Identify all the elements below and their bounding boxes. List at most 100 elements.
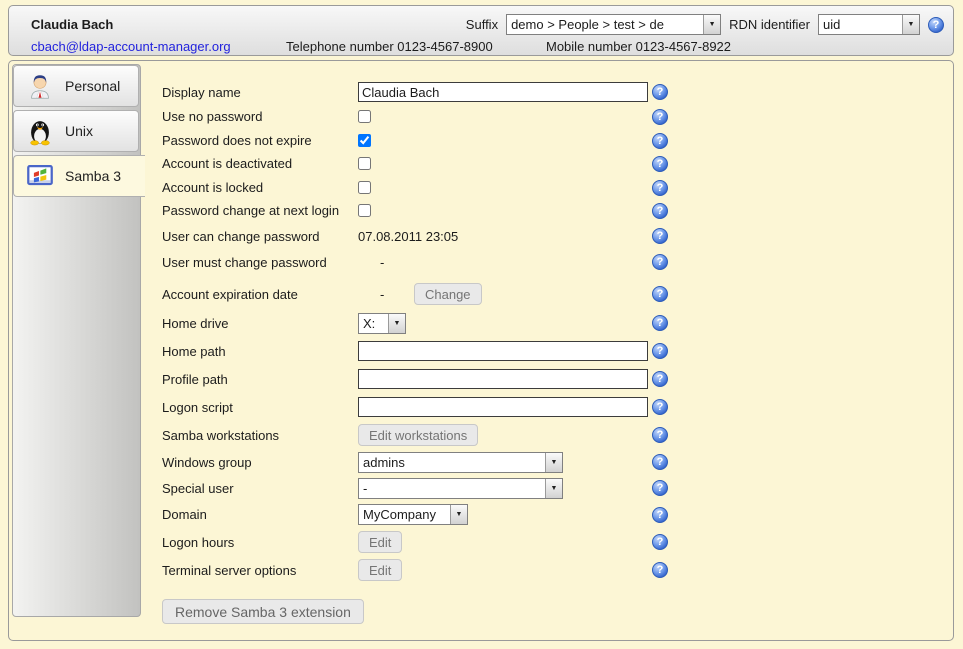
row-logon-hours: Logon hours Edit ? bbox=[162, 530, 674, 554]
help-icon[interactable]: ? bbox=[652, 286, 668, 302]
chevron-down-icon[interactable]: ▼ bbox=[703, 15, 720, 34]
tab-samba3[interactable]: Samba 3 bbox=[13, 155, 145, 197]
chevron-down-icon[interactable]: ▼ bbox=[388, 314, 405, 333]
tab-unix-label: Unix bbox=[65, 123, 93, 139]
home-path-input[interactable] bbox=[358, 341, 648, 361]
help-icon[interactable]: ? bbox=[652, 180, 668, 196]
password-does-not-expire-label: Password does not expire bbox=[162, 133, 358, 148]
row-use-no-password: Use no password ? bbox=[162, 105, 674, 128]
help-icon[interactable]: ? bbox=[652, 84, 668, 100]
row-special-user: Special user - ▼ ? bbox=[162, 477, 674, 499]
account-locked-label: Account is locked bbox=[162, 180, 358, 195]
windows-group-value: admins bbox=[359, 453, 545, 472]
row-password-does-not-expire: Password does not expire ? bbox=[162, 129, 674, 152]
special-user-select[interactable]: - ▼ bbox=[358, 478, 563, 499]
account-header: Claudia Bach Suffix demo > People > test… bbox=[8, 5, 954, 56]
special-user-value: - bbox=[359, 479, 545, 498]
help-icon[interactable]: ? bbox=[652, 254, 668, 270]
profile-path-input[interactable] bbox=[358, 369, 648, 389]
help-icon[interactable]: ? bbox=[652, 371, 668, 387]
logon-script-input[interactable] bbox=[358, 397, 648, 417]
chevron-down-icon[interactable]: ▼ bbox=[545, 479, 562, 498]
account-deactivated-label: Account is deactivated bbox=[162, 156, 358, 171]
help-icon[interactable]: ? bbox=[652, 203, 668, 219]
header-controls: Suffix demo > People > test > de ▼ RDN i… bbox=[466, 14, 944, 35]
mobile-number: Mobile number 0123-4567-8922 bbox=[546, 39, 731, 54]
logon-hours-label: Logon hours bbox=[162, 535, 358, 550]
account-expiration-date-value: - bbox=[358, 287, 408, 302]
domain-select[interactable]: MyCompany ▼ bbox=[358, 504, 468, 525]
password-change-next-login-label: Password change at next login bbox=[162, 203, 358, 218]
suffix-select[interactable]: demo > People > test > de ▼ bbox=[506, 14, 721, 35]
row-profile-path: Profile path ? bbox=[162, 367, 674, 391]
password-does-not-expire-checkbox[interactable] bbox=[358, 134, 371, 147]
help-icon[interactable]: ? bbox=[652, 315, 668, 331]
domain-value: MyCompany bbox=[359, 505, 450, 524]
help-icon[interactable]: ? bbox=[652, 562, 668, 578]
remove-samba-extension-button[interactable]: Remove Samba 3 extension bbox=[162, 599, 364, 624]
windows-group-select[interactable]: admins ▼ bbox=[358, 452, 563, 473]
page-title: Claudia Bach bbox=[31, 17, 113, 32]
tux-icon bbox=[25, 116, 55, 146]
account-deactivated-checkbox[interactable] bbox=[358, 157, 371, 170]
row-logon-script: Logon script ? bbox=[162, 395, 674, 419]
user-must-change-password-value: - bbox=[358, 255, 408, 270]
display-name-input[interactable] bbox=[358, 82, 648, 102]
use-no-password-checkbox[interactable] bbox=[358, 110, 371, 123]
row-windows-group: Windows group admins ▼ ? bbox=[162, 451, 674, 473]
windows-icon bbox=[25, 161, 55, 191]
row-user-must-change-password: User must change password - ? bbox=[162, 250, 674, 274]
user-can-change-password-label: User can change password bbox=[162, 229, 358, 244]
rdn-identifier-select[interactable]: uid ▼ bbox=[818, 14, 920, 35]
tab-samba3-label: Samba 3 bbox=[65, 168, 121, 184]
row-account-deactivated: Account is deactivated ? bbox=[162, 152, 674, 175]
row-account-expiration-date: Account expiration date - Change ? bbox=[162, 281, 674, 307]
user-can-change-password-value: 07.08.2011 23:05 bbox=[358, 229, 458, 244]
help-icon[interactable]: ? bbox=[652, 507, 668, 523]
suffix-select-value: demo > People > test > de bbox=[507, 15, 703, 34]
account-locked-checkbox[interactable] bbox=[358, 181, 371, 194]
windows-group-label: Windows group bbox=[162, 455, 358, 470]
row-account-locked: Account is locked ? bbox=[162, 176, 674, 199]
logon-script-label: Logon script bbox=[162, 400, 358, 415]
row-display-name: Display name ? bbox=[162, 80, 674, 104]
help-icon[interactable]: ? bbox=[652, 534, 668, 550]
help-icon[interactable]: ? bbox=[652, 228, 668, 244]
rdn-identifier-label: RDN identifier bbox=[729, 17, 810, 32]
home-drive-value: X: bbox=[359, 314, 388, 333]
edit-terminal-server-button[interactable]: Edit bbox=[358, 559, 402, 581]
telephone-number: Telephone number 0123-4567-8900 bbox=[286, 39, 493, 54]
row-password-change-next-login: Password change at next login ? bbox=[162, 199, 674, 222]
display-name-label: Display name bbox=[162, 85, 358, 100]
edit-logon-hours-button[interactable]: Edit bbox=[358, 531, 402, 553]
password-change-next-login-checkbox[interactable] bbox=[358, 204, 371, 217]
help-icon[interactable]: ? bbox=[652, 343, 668, 359]
edit-workstations-button[interactable]: Edit workstations bbox=[358, 424, 478, 446]
domain-label: Domain bbox=[162, 507, 358, 522]
home-drive-label: Home drive bbox=[162, 316, 358, 331]
home-drive-select[interactable]: X: ▼ bbox=[358, 313, 406, 334]
chevron-down-icon[interactable]: ▼ bbox=[902, 15, 919, 34]
tab-personal[interactable]: Personal bbox=[13, 65, 139, 107]
rdn-select-value: uid bbox=[819, 15, 902, 34]
row-user-can-change-password: User can change password 07.08.2011 23:0… bbox=[162, 224, 674, 248]
help-icon[interactable]: ? bbox=[928, 17, 944, 33]
help-icon[interactable]: ? bbox=[652, 109, 668, 125]
help-icon[interactable]: ? bbox=[652, 133, 668, 149]
email-link[interactable]: cbach@ldap-account-manager.org bbox=[31, 39, 231, 54]
row-terminal-server-options: Terminal server options Edit ? bbox=[162, 558, 674, 582]
row-domain: Domain MyCompany ▼ ? bbox=[162, 503, 674, 526]
profile-path-label: Profile path bbox=[162, 372, 358, 387]
suffix-label: Suffix bbox=[466, 17, 498, 32]
change-expiration-button[interactable]: Change bbox=[414, 283, 482, 305]
help-icon[interactable]: ? bbox=[652, 156, 668, 172]
lam-page: Claudia Bach Suffix demo > People > test… bbox=[0, 0, 963, 649]
help-icon[interactable]: ? bbox=[652, 399, 668, 415]
help-icon[interactable]: ? bbox=[652, 427, 668, 443]
row-home-path: Home path ? bbox=[162, 339, 674, 363]
help-icon[interactable]: ? bbox=[652, 454, 668, 470]
chevron-down-icon[interactable]: ▼ bbox=[450, 505, 467, 524]
help-icon[interactable]: ? bbox=[652, 480, 668, 496]
tab-unix[interactable]: Unix bbox=[13, 110, 139, 152]
chevron-down-icon[interactable]: ▼ bbox=[545, 453, 562, 472]
